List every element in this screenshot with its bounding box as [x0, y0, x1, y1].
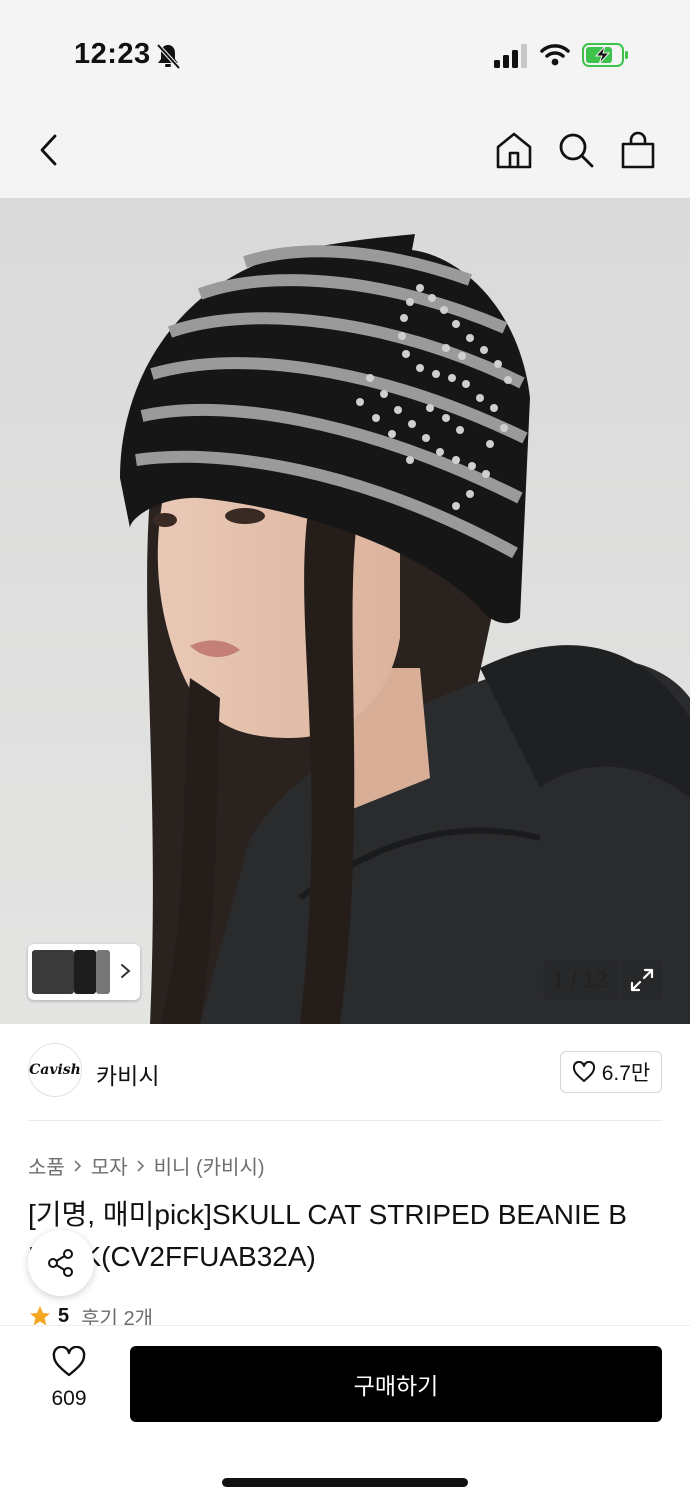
back-chevron-icon[interactable] — [30, 130, 70, 170]
battery-charging-icon — [582, 43, 628, 67]
breadcrumb-item[interactable]: 모자 — [91, 1151, 128, 1180]
heart-icon — [52, 1345, 86, 1377]
status-bar: 12:23 — [0, 0, 690, 100]
heart-icon — [572, 1061, 595, 1082]
image-counter: 1 / 12 — [543, 960, 617, 1000]
breadcrumb-item[interactable]: 소품 — [28, 1151, 65, 1180]
chevron-right-icon — [137, 1159, 144, 1172]
wishlist-count: 609 — [51, 1387, 87, 1410]
shopping-bag-icon[interactable] — [618, 130, 658, 170]
home-icon[interactable] — [494, 130, 534, 170]
share-button[interactable] — [28, 1230, 94, 1296]
search-icon[interactable] — [556, 130, 596, 170]
product-title: [기명, 매미pick]SKULL CAT STRIPED BEANIE B L… — [28, 1194, 668, 1278]
status-time: 12:23 — [74, 38, 151, 70]
brand-like-button[interactable]: 6.7만 — [560, 1051, 662, 1093]
wifi-icon — [540, 44, 570, 66]
thumbnail-strip[interactable] — [28, 944, 140, 1000]
bottom-action-bar: 609 구매하기 — [0, 1325, 690, 1500]
chevron-right-icon — [74, 1159, 81, 1172]
brand-like-count: 6.7만 — [601, 1062, 651, 1085]
bell-slash-icon — [156, 43, 181, 70]
top-nav-bar — [0, 100, 690, 198]
product-title-line-1: [기명, 매미pick]SKULL CAT STRIPED BEANIE B — [28, 1199, 627, 1230]
brand-name[interactable]: 카비시 — [96, 1057, 159, 1091]
chevron-right-icon — [121, 964, 131, 978]
breadcrumb: 소품 모자 비니 (카비시) — [28, 1151, 265, 1180]
thumbnail-2[interactable] — [74, 950, 96, 994]
breadcrumb-item[interactable]: 비니 (카비시) — [154, 1151, 265, 1180]
product-image-gallery[interactable]: 1 / 12 — [0, 198, 690, 1024]
expand-icon — [630, 968, 654, 992]
thumbnail-1[interactable] — [32, 950, 74, 994]
thumbnail-3[interactable] — [96, 950, 110, 994]
expand-image-button[interactable] — [622, 960, 662, 1000]
divider — [28, 1120, 662, 1121]
share-icon — [48, 1249, 73, 1277]
product-photo — [0, 198, 690, 1024]
brand-logo[interactable]: Cavish — [28, 1043, 82, 1097]
home-indicator — [222, 1478, 468, 1487]
buy-button[interactable]: 구매하기 — [130, 1346, 662, 1422]
cellular-signal-icon — [494, 44, 527, 68]
brand-row: Cavish 카비시 6.7만 — [28, 1043, 662, 1101]
wishlist-button[interactable]: 609 — [36, 1345, 102, 1416]
product-title-line-2: LACK(CV2FFUAB32A) — [28, 1241, 316, 1272]
